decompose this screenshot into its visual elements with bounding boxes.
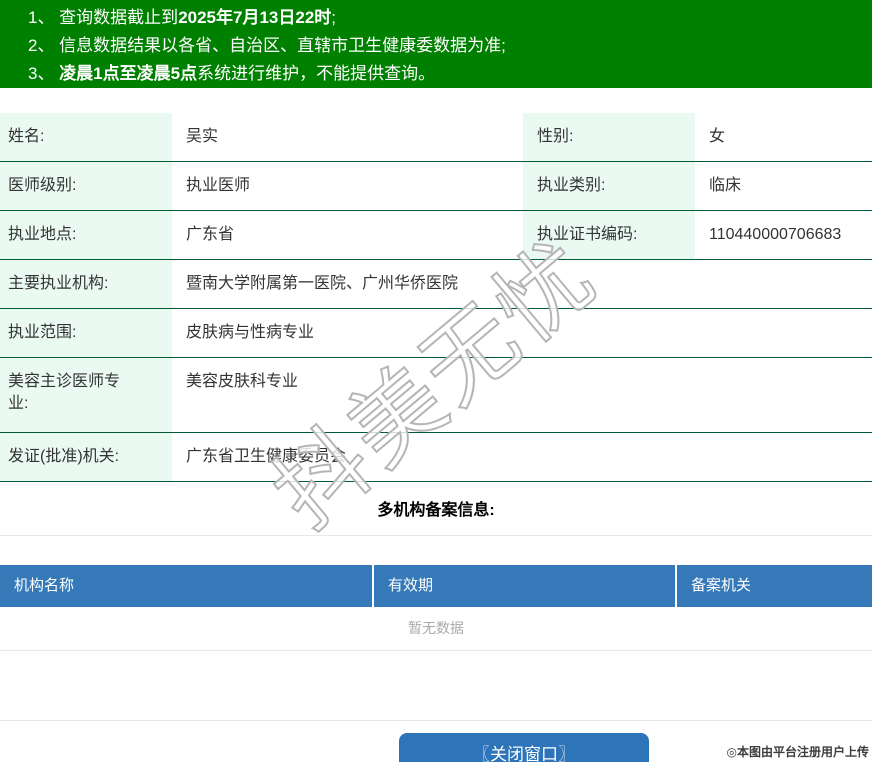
- field-label-issuing-authority: 发证(批准)机关:: [0, 433, 172, 481]
- close-window-button[interactable]: 〖关闭窗口〗: [399, 733, 649, 762]
- row-cosmetic-specialty: 美容主诊医师专业: 美容皮肤科专业: [0, 358, 872, 433]
- row-location-certno: 执业地点: 广东省 执业证书编码: 110440000706683: [0, 211, 872, 260]
- field-label-practice-category: 执业类别:: [523, 162, 695, 210]
- field-label-practice-scope: 执业范围:: [0, 309, 172, 357]
- notice-line1-text: 1、 查询数据截止到: [28, 8, 179, 27]
- field-label-certificate-number: 执业证书编码:: [523, 211, 695, 259]
- field-label-practice-location: 执业地点:: [0, 211, 172, 259]
- row-practice-scope: 执业范围: 皮肤病与性病专业: [0, 309, 872, 358]
- field-label-gender: 性别:: [523, 113, 695, 161]
- field-label-main-institution: 主要执业机构:: [0, 260, 172, 308]
- org-col-validity: 有效期: [372, 565, 675, 607]
- row-level-category: 医师级别: 执业医师 执业类别: 临床: [0, 162, 872, 211]
- notice-line3-text: 3、: [28, 64, 60, 83]
- field-value-cosmetic-specialty: 美容皮肤科专业: [186, 373, 299, 390]
- upload-copyright-note: ◎本图由平台注册用户上传: [726, 745, 869, 759]
- org-table-empty-state: 暂无数据: [0, 607, 872, 651]
- field-value-certificate-number: 110440000706683: [709, 226, 842, 243]
- notice-line-2: 2、 信息数据结果以各省、自治区、直辖市卫生健康委数据为准;: [28, 32, 862, 60]
- field-value-practice-scope: 皮肤病与性病专业: [186, 324, 315, 341]
- doctor-profile-table: 姓名: 吴实 性别: 女 医师级别: 执业医师 执业类别: 临床 执业地点: 广…: [0, 113, 872, 482]
- org-col-name: 机构名称: [14, 577, 75, 594]
- field-value-main-institution: 暨南大学附属第一医院、广州华侨医院: [186, 275, 459, 292]
- notice-line2-text: 2、 信息数据结果以各省、自治区、直辖市卫生健康委数据为准;: [28, 36, 506, 55]
- section-divider-top: [0, 535, 872, 536]
- field-value-practice-location: 广东省: [186, 226, 235, 243]
- row-name-gender: 姓名: 吴实 性别: 女: [0, 113, 872, 162]
- multi-org-section-title: 多机构备案信息:: [377, 502, 495, 519]
- doctor-query-result-page: 1、 查询数据截止到2025年7月13日22时; 2、 信息数据结果以各省、自治…: [0, 0, 872, 762]
- field-label-name: 姓名:: [0, 113, 172, 161]
- field-value-name: 吴实: [186, 128, 219, 145]
- field-value-issuing-authority: 广东省卫生健康委员会: [186, 448, 347, 465]
- notice-line3-suffix: 系统进行维护，不能提供查询。: [197, 64, 436, 83]
- field-value-doctor-level: 执业医师: [186, 177, 251, 194]
- row-main-institution: 主要执业机构: 暨南大学附属第一医院、广州华侨医院: [0, 260, 872, 309]
- notice-line-1: 1、 查询数据截止到2025年7月13日22时;: [28, 4, 862, 32]
- notice-line-3: 3、 凌晨1点至凌晨5点系统进行维护，不能提供查询。: [28, 60, 862, 88]
- notice-line3-bold: 凌晨1点至凌晨5点: [59, 64, 198, 83]
- field-label-cosmetic-specialty: 美容主诊医师专业:: [0, 358, 172, 432]
- field-value-gender: 女: [709, 128, 726, 145]
- footer-spacer: [0, 651, 872, 721]
- notice-line1-suffix: ;: [331, 8, 337, 27]
- field-value-practice-category: 临床: [709, 177, 742, 194]
- row-issuing-authority: 发证(批准)机关: 广东省卫生健康委员会: [0, 433, 872, 482]
- org-col-authority: 备案机关: [675, 565, 872, 607]
- field-label-doctor-level: 医师级别:: [0, 162, 172, 210]
- org-table-header: 机构名称 有效期 备案机关: [0, 565, 872, 607]
- notice-banner: 1、 查询数据截止到2025年7月13日22时; 2、 信息数据结果以各省、自治…: [0, 0, 872, 88]
- notice-line1-bold: 2025年7月13日22时: [178, 8, 332, 27]
